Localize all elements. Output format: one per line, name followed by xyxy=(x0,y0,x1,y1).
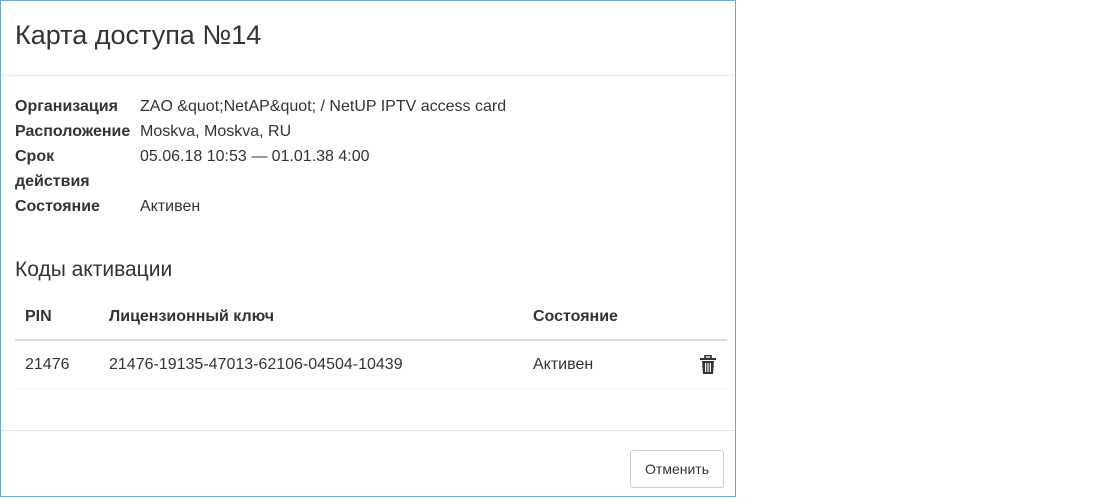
table-header-row: PIN Лицензионный ключ Состояние xyxy=(15,295,727,341)
location-value: Moskva, Moskva, RU xyxy=(140,123,292,140)
modal-header: Карта доступа №14 xyxy=(1,1,735,76)
column-header-pin: PIN xyxy=(15,295,99,341)
validity-label: Срок действия xyxy=(15,148,90,190)
action-cell xyxy=(677,340,727,389)
cancel-button[interactable]: Отменить xyxy=(630,450,724,488)
column-header-key: Лицензионный ключ xyxy=(99,295,523,341)
location-label: Расположение xyxy=(15,123,131,140)
activation-codes-title: Коды активации xyxy=(15,258,173,281)
column-header-action xyxy=(677,295,727,341)
organization-value: ZAO &quot;NetAP&quot; / NetUP IPTV acces… xyxy=(140,98,507,115)
license-key-cell: 21476-19135-47013-62106-04504-10439 xyxy=(99,340,523,389)
activation-codes-table: PIN Лицензионный ключ Состояние 21476 21… xyxy=(15,295,727,389)
pin-cell: 21476 xyxy=(15,340,99,389)
trash-icon[interactable] xyxy=(699,354,717,375)
column-header-status: Состояние xyxy=(523,295,677,341)
table-row: 21476 21476-19135-47013-62106-04504-1043… xyxy=(15,340,727,389)
validity-value: 05.06.18 10:53 — 01.01.38 4:00 xyxy=(140,148,370,165)
status-label: Состояние xyxy=(15,198,100,215)
status-value: Активен xyxy=(140,198,201,215)
organization-label: Организация xyxy=(15,98,118,115)
code-status-cell: Активен xyxy=(523,340,677,389)
modal-title: Карта доступа №14 xyxy=(15,20,262,50)
access-card-modal: Карта доступа №14 Организация ZAO &quot;… xyxy=(0,0,736,497)
modal-footer: Отменить xyxy=(1,430,735,498)
